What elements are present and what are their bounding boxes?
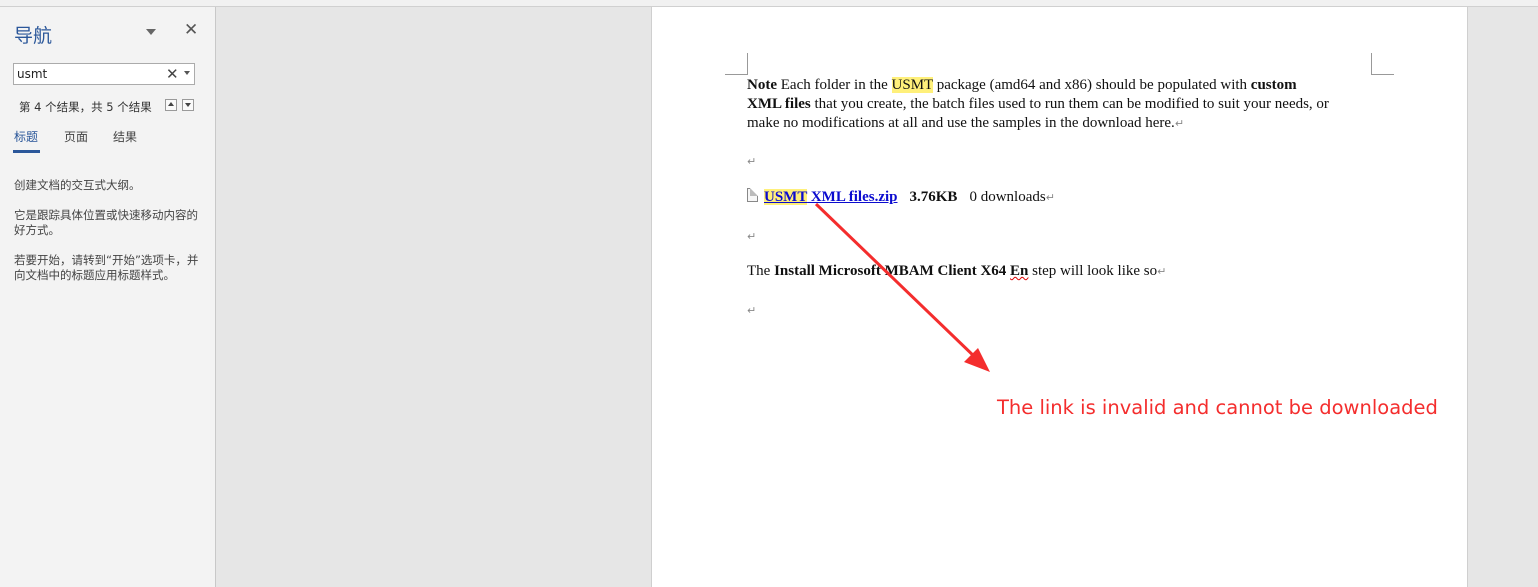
paragraph-note-line-1: Note Each folder in the USMT package (am…	[747, 76, 1297, 95]
paragraph-mark: ↵	[1174, 117, 1185, 130]
crop-mark-left-horizontal	[725, 74, 747, 75]
crop-mark-left-vertical	[747, 53, 748, 75]
clear-search-icon[interactable]: ✕	[166, 65, 179, 83]
search-highlight: USMT	[891, 77, 933, 93]
note-label: Note	[747, 77, 777, 93]
crop-mark-right-horizontal	[1372, 74, 1394, 75]
paragraph-mark: ↵	[1045, 191, 1055, 204]
paragraph-text: make no modifications at all and use the…	[747, 115, 1175, 131]
file-icon	[747, 188, 758, 202]
ribbon-edge	[0, 0, 1538, 7]
hint-text-1: 创建文档的交互式大纲。	[14, 178, 141, 192]
paragraph-mark: ↵	[747, 304, 757, 317]
link-text: XML files.zip	[807, 189, 898, 205]
empty-paragraph: ↵	[747, 227, 756, 246]
empty-paragraph: ↵	[747, 152, 756, 171]
nav-pane-options-icon[interactable]	[144, 25, 158, 39]
paragraph-mark: ↵	[747, 230, 757, 243]
bold-text: custom	[1250, 77, 1297, 93]
search-box[interactable]: ✕	[13, 63, 195, 85]
download-line: USMT XML files.zip 3.76KB 0 downloads↵	[747, 188, 1055, 207]
paragraph-mark: ↵	[747, 155, 757, 168]
paragraph-step: The Install Microsoft MBAM Client X64 En…	[747, 262, 1166, 281]
download-link[interactable]: USMT XML files.zip	[764, 189, 898, 205]
close-icon[interactable]: ✕	[184, 21, 198, 39]
search-options-dropdown-icon[interactable]	[184, 71, 192, 77]
bold-text: Install Microsoft MBAM Client X64	[774, 263, 1011, 279]
search-input[interactable]	[17, 66, 157, 82]
spellcheck-flagged-word: En	[1010, 263, 1029, 279]
paragraph-note-line-3: make no modifications at all and use the…	[747, 114, 1184, 133]
hint-text-3: 若要开始，请转到“开始”选项卡，并向文档中的标题应用标题样式。	[14, 253, 199, 282]
nav-pane-title: 导航	[14, 25, 53, 47]
navigation-pane: 导航 ✕ ✕ 第 4 个结果，共 5 个结果 标题 页面 结果 创建文档的交互式…	[0, 7, 216, 587]
search-highlight: USMT	[764, 189, 808, 205]
paragraph-text: package (amd64 and x86) should be popula…	[932, 77, 1251, 93]
paragraph-text: Each folder in the	[777, 77, 892, 93]
hint-text-2: 它是跟踪具体位置或快速移动内容的好方式。	[14, 208, 198, 237]
file-size: 3.76KB	[909, 189, 958, 205]
next-result-button[interactable]	[182, 99, 194, 111]
crop-mark-right-vertical	[1371, 53, 1372, 75]
empty-paragraph: ↵	[747, 301, 756, 320]
paragraph-note-line-2: XML files that you create, the batch fil…	[747, 95, 1329, 114]
paragraph-text: The	[747, 263, 775, 279]
tab-headings[interactable]: 标题	[14, 128, 38, 145]
search-result-count: 第 4 个结果，共 5 个结果	[19, 100, 152, 114]
paragraph-text: that you create, the batch files used to…	[810, 96, 1329, 112]
download-count: 0 downloads	[969, 189, 1046, 205]
annotation-text: The link is invalid and cannot be downlo…	[997, 396, 1438, 419]
document-page[interactable]: Note Each folder in the USMT package (am…	[651, 7, 1468, 587]
paragraph-text: step will look like so	[1028, 263, 1158, 279]
bold-text: XML files	[747, 96, 811, 112]
tab-results[interactable]: 结果	[113, 128, 137, 145]
active-tab-indicator	[13, 150, 40, 153]
tab-pages[interactable]: 页面	[64, 128, 88, 145]
previous-result-button[interactable]	[165, 99, 177, 111]
paragraph-mark: ↵	[1157, 265, 1167, 278]
